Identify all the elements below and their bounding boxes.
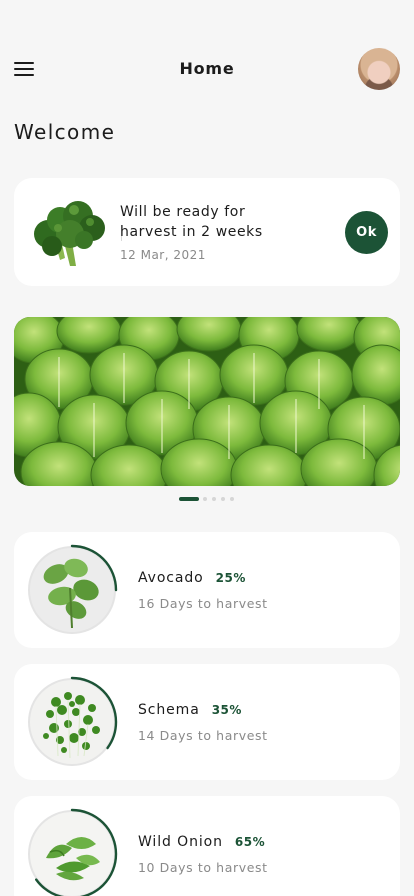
carousel-dot[interactable] bbox=[230, 497, 234, 501]
carousel-dot[interactable] bbox=[203, 497, 207, 501]
plant-name-row: Avocado 25% bbox=[138, 570, 246, 586]
plant-progress-ring bbox=[26, 676, 118, 768]
plant-percent: 65% bbox=[234, 835, 266, 849]
plant-name: Wild Onion bbox=[138, 834, 223, 850]
user-avatar[interactable] bbox=[358, 48, 400, 90]
notice-date: 12 Mar, 2021 bbox=[120, 248, 206, 262]
plant-name: Schema bbox=[138, 702, 200, 718]
plant-percent: 35% bbox=[211, 703, 242, 717]
plant-card-avocado[interactable]: Avocado 25% 16 Days to harvest bbox=[14, 532, 400, 648]
app-header: Home bbox=[0, 0, 414, 110]
plant-harvest-time: 10 Days to harvest bbox=[138, 860, 268, 875]
lettuce-banner-image[interactable] bbox=[14, 317, 400, 486]
page-title: Home bbox=[179, 59, 235, 78]
plant-card-schema[interactable]: Schema 35% 14 Days to harvest bbox=[14, 664, 400, 780]
carousel-indicator bbox=[179, 497, 239, 501]
plant-name: Avocado bbox=[138, 570, 204, 586]
plant-name-row: Wild Onion 65% bbox=[138, 834, 265, 850]
broccoli-image bbox=[34, 201, 105, 266]
plant-progress-ring bbox=[26, 544, 118, 636]
plant-harvest-time: 16 Days to harvest bbox=[138, 596, 268, 611]
welcome-heading: Welcome bbox=[14, 120, 116, 144]
carousel-dot[interactable] bbox=[212, 497, 216, 501]
plant-percent: 25% bbox=[215, 571, 246, 585]
harvest-notice-card: Will be ready for harvest in 2 weeks 12 … bbox=[14, 178, 400, 286]
plant-harvest-time: 14 Days to harvest bbox=[138, 728, 268, 743]
notice-message: Will be ready for harvest in 2 weeks bbox=[120, 204, 263, 240]
plant-name-row: Schema 35% bbox=[138, 702, 242, 718]
ok-button[interactable]: Ok bbox=[345, 211, 388, 254]
plant-progress-ring bbox=[26, 808, 118, 896]
lettuce-photo bbox=[14, 317, 400, 486]
plant-card-wild-onion[interactable]: Wild Onion 65% 10 Days to harvest bbox=[14, 796, 400, 896]
carousel-dot[interactable] bbox=[179, 497, 199, 501]
carousel-dot[interactable] bbox=[221, 497, 225, 501]
